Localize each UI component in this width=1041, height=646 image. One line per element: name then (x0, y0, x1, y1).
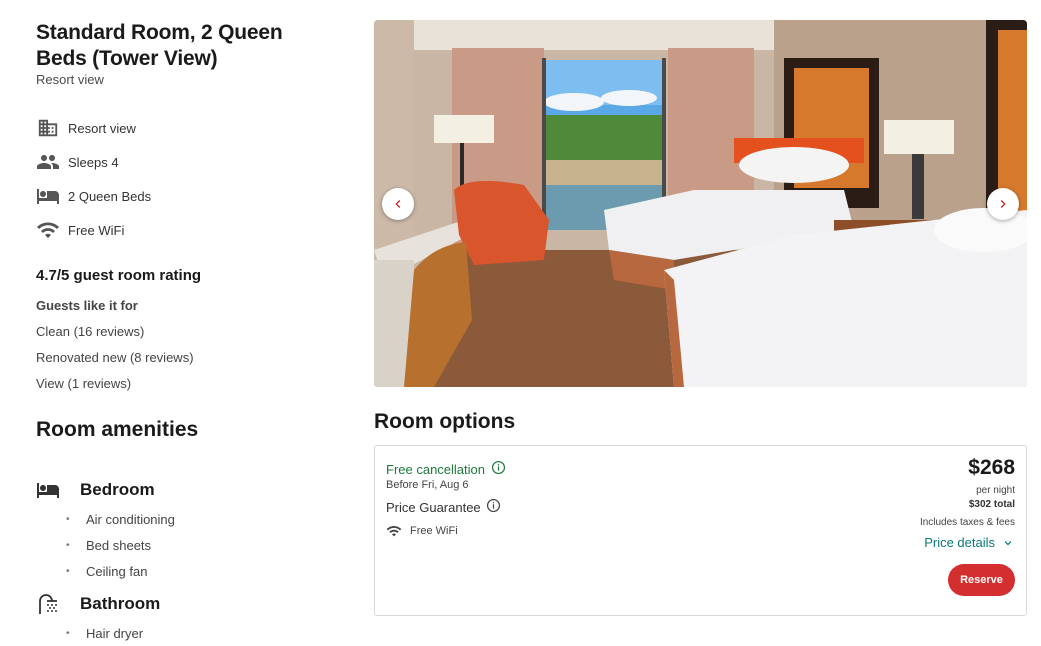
feature-label: 2 Queen Beds (68, 188, 152, 204)
total-price: $302 total (968, 499, 1015, 510)
building-icon (36, 116, 60, 140)
info-icon[interactable] (491, 460, 506, 478)
cancellation-deadline: Before Fri, Aug 6 (386, 479, 469, 491)
feature-label: Resort view (68, 120, 136, 136)
price-details-label: Price details (924, 535, 995, 550)
bed-icon (36, 478, 60, 502)
amenity-category-bedroom: Bedroom (36, 478, 155, 502)
free-cancellation: Free cancellation (386, 460, 506, 478)
review-item: Renovated new (8 reviews) (36, 350, 194, 365)
feature-beds: 2 Queen Beds (36, 184, 151, 208)
review-item: View (1 reviews) (36, 376, 132, 391)
shower-icon (36, 592, 60, 616)
feature-label: Sleeps 4 (68, 154, 119, 170)
wifi-icon (36, 218, 60, 242)
feature-resort-view: Resort view (36, 116, 136, 140)
price-guarantee-label: Price Guarantee (386, 499, 481, 515)
amenity-item: Hair dryer (66, 626, 143, 642)
room-subtitle: Resort view (36, 72, 104, 87)
people-icon (36, 150, 60, 174)
taxes-note: Includes taxes & fees (919, 517, 1015, 528)
amenity-category-name: Bedroom (80, 480, 155, 499)
nightly-price: $268 (968, 456, 1015, 479)
room-amenities-title: Room amenities (36, 418, 199, 441)
chevron-down-icon (1001, 536, 1015, 550)
amenity-category-name: Bathroom (80, 594, 161, 613)
feature-wifi: Free WiFi (36, 218, 124, 242)
room-photo-gallery[interactable] (374, 20, 1027, 387)
price-guarantee: Price Guarantee (386, 498, 501, 516)
feature-label: Free WiFi (68, 222, 125, 238)
reserve-button[interactable]: Reserve (948, 564, 1015, 596)
review-item: Clean (16 reviews) (36, 324, 145, 339)
option-wifi-label: Free WiFi (410, 525, 458, 537)
amenity-category-bathroom: Bathroom (36, 592, 160, 616)
room-option-card: Free cancellation Before Fri, Aug 6 Pric… (374, 445, 1027, 616)
option-wifi: Free WiFi (386, 523, 458, 539)
chevron-right-icon (1000, 200, 1006, 208)
feature-sleeps: Sleeps 4 (36, 150, 119, 174)
room-options-title: Room options (374, 410, 516, 433)
gallery-next-button[interactable] (987, 188, 1019, 220)
wifi-icon (386, 523, 402, 539)
guests-like-heading: Guests like it for (36, 298, 138, 313)
room-photo (374, 20, 1027, 387)
price-details-link[interactable]: Price details (924, 535, 1015, 550)
info-icon[interactable] (486, 498, 501, 516)
amenity-item: Bed sheets (66, 538, 151, 554)
guest-room-rating: 4.7/5 guest room rating (36, 267, 202, 284)
room-title: Standard Room, 2 Queen Beds (Tower View) (36, 21, 283, 70)
free-cancellation-label: Free cancellation (386, 461, 485, 477)
per-night-label: per night (976, 485, 1015, 496)
gallery-prev-button[interactable] (382, 188, 414, 220)
chevron-left-icon (395, 200, 401, 208)
amenity-item: Air conditioning (66, 512, 175, 528)
amenity-item: Ceiling fan (66, 564, 148, 580)
bed-icon (36, 184, 60, 208)
